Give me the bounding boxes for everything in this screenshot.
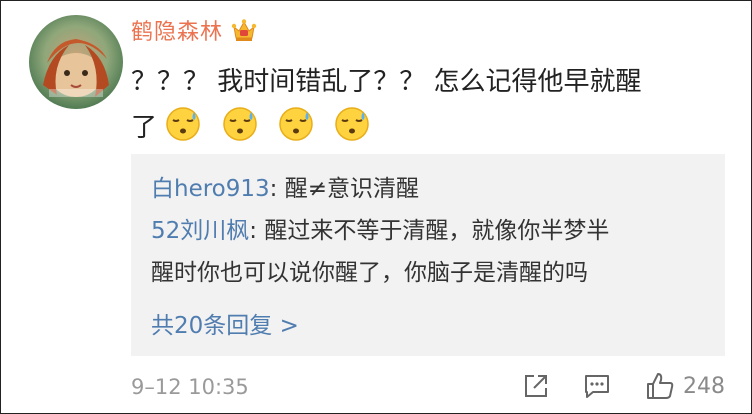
comment-card: 鹤隐森林 ？？？ 我时间错乱了？？ 怎么记得他早就醒 了 白hero913: 醒… (0, 0, 752, 414)
sleepy-sweat-emoji-icon (278, 106, 314, 142)
like-count: 248 (683, 373, 725, 399)
comment-body: ？？？ 我时间错乱了？？ 怎么记得他早就醒 了 (131, 59, 731, 151)
reply-text-continuation: 醒时你也可以说你醒了，你脑子是清醒的吗 (151, 260, 588, 286)
share-icon (525, 375, 547, 397)
reply-button[interactable] (583, 373, 611, 399)
avatar[interactable] (29, 15, 123, 109)
sleepy-sweat-emoji-icon (165, 106, 201, 142)
comment-text-line1: ？？？ 我时间错乱了？？ 怎么记得他早就醒 (131, 67, 642, 97)
share-button[interactable] (523, 373, 549, 399)
reply-username[interactable]: 白hero913 (151, 176, 270, 202)
comment-text-line2-text: 了 (131, 113, 158, 143)
reply-text: 醒≠意识清醒 (277, 176, 419, 202)
sleepy-sweat-emoji-icon (334, 106, 370, 142)
like-button[interactable]: 248 (645, 371, 725, 401)
comment-icon (585, 375, 609, 398)
reply-username[interactable]: 52刘川枫 (151, 218, 249, 244)
username-link[interactable]: 鹤隐森林 (131, 14, 223, 46)
comment-text-line2: 了 (131, 105, 731, 151)
more-replies-link[interactable]: 共20条回复 > (151, 306, 299, 340)
reply-separator: : (249, 218, 258, 244)
comment-timestamp: 9–12 10:35 (131, 375, 249, 399)
thumbs-up-icon (647, 373, 674, 399)
reply-text: 醒过来不等于清醒，就像你半梦半 (257, 218, 610, 244)
username-row: 鹤隐森林 (131, 15, 257, 45)
comment-actions: 248 (489, 371, 725, 401)
crown-vip-icon[interactable] (231, 18, 257, 42)
reply-preview-box[interactable]: 白hero913: 醒≠意识清醒 52刘川枫: 醒过来不等于清醒，就像你半梦半 … (131, 154, 725, 356)
sleepy-sweat-emoji-icon (222, 106, 258, 142)
reply-item: 白hero913: 醒≠意识清醒 (151, 171, 707, 207)
reply-item: 52刘川枫: 醒过来不等于清醒，就像你半梦半 (151, 213, 707, 249)
avatar-illustration (43, 39, 109, 97)
